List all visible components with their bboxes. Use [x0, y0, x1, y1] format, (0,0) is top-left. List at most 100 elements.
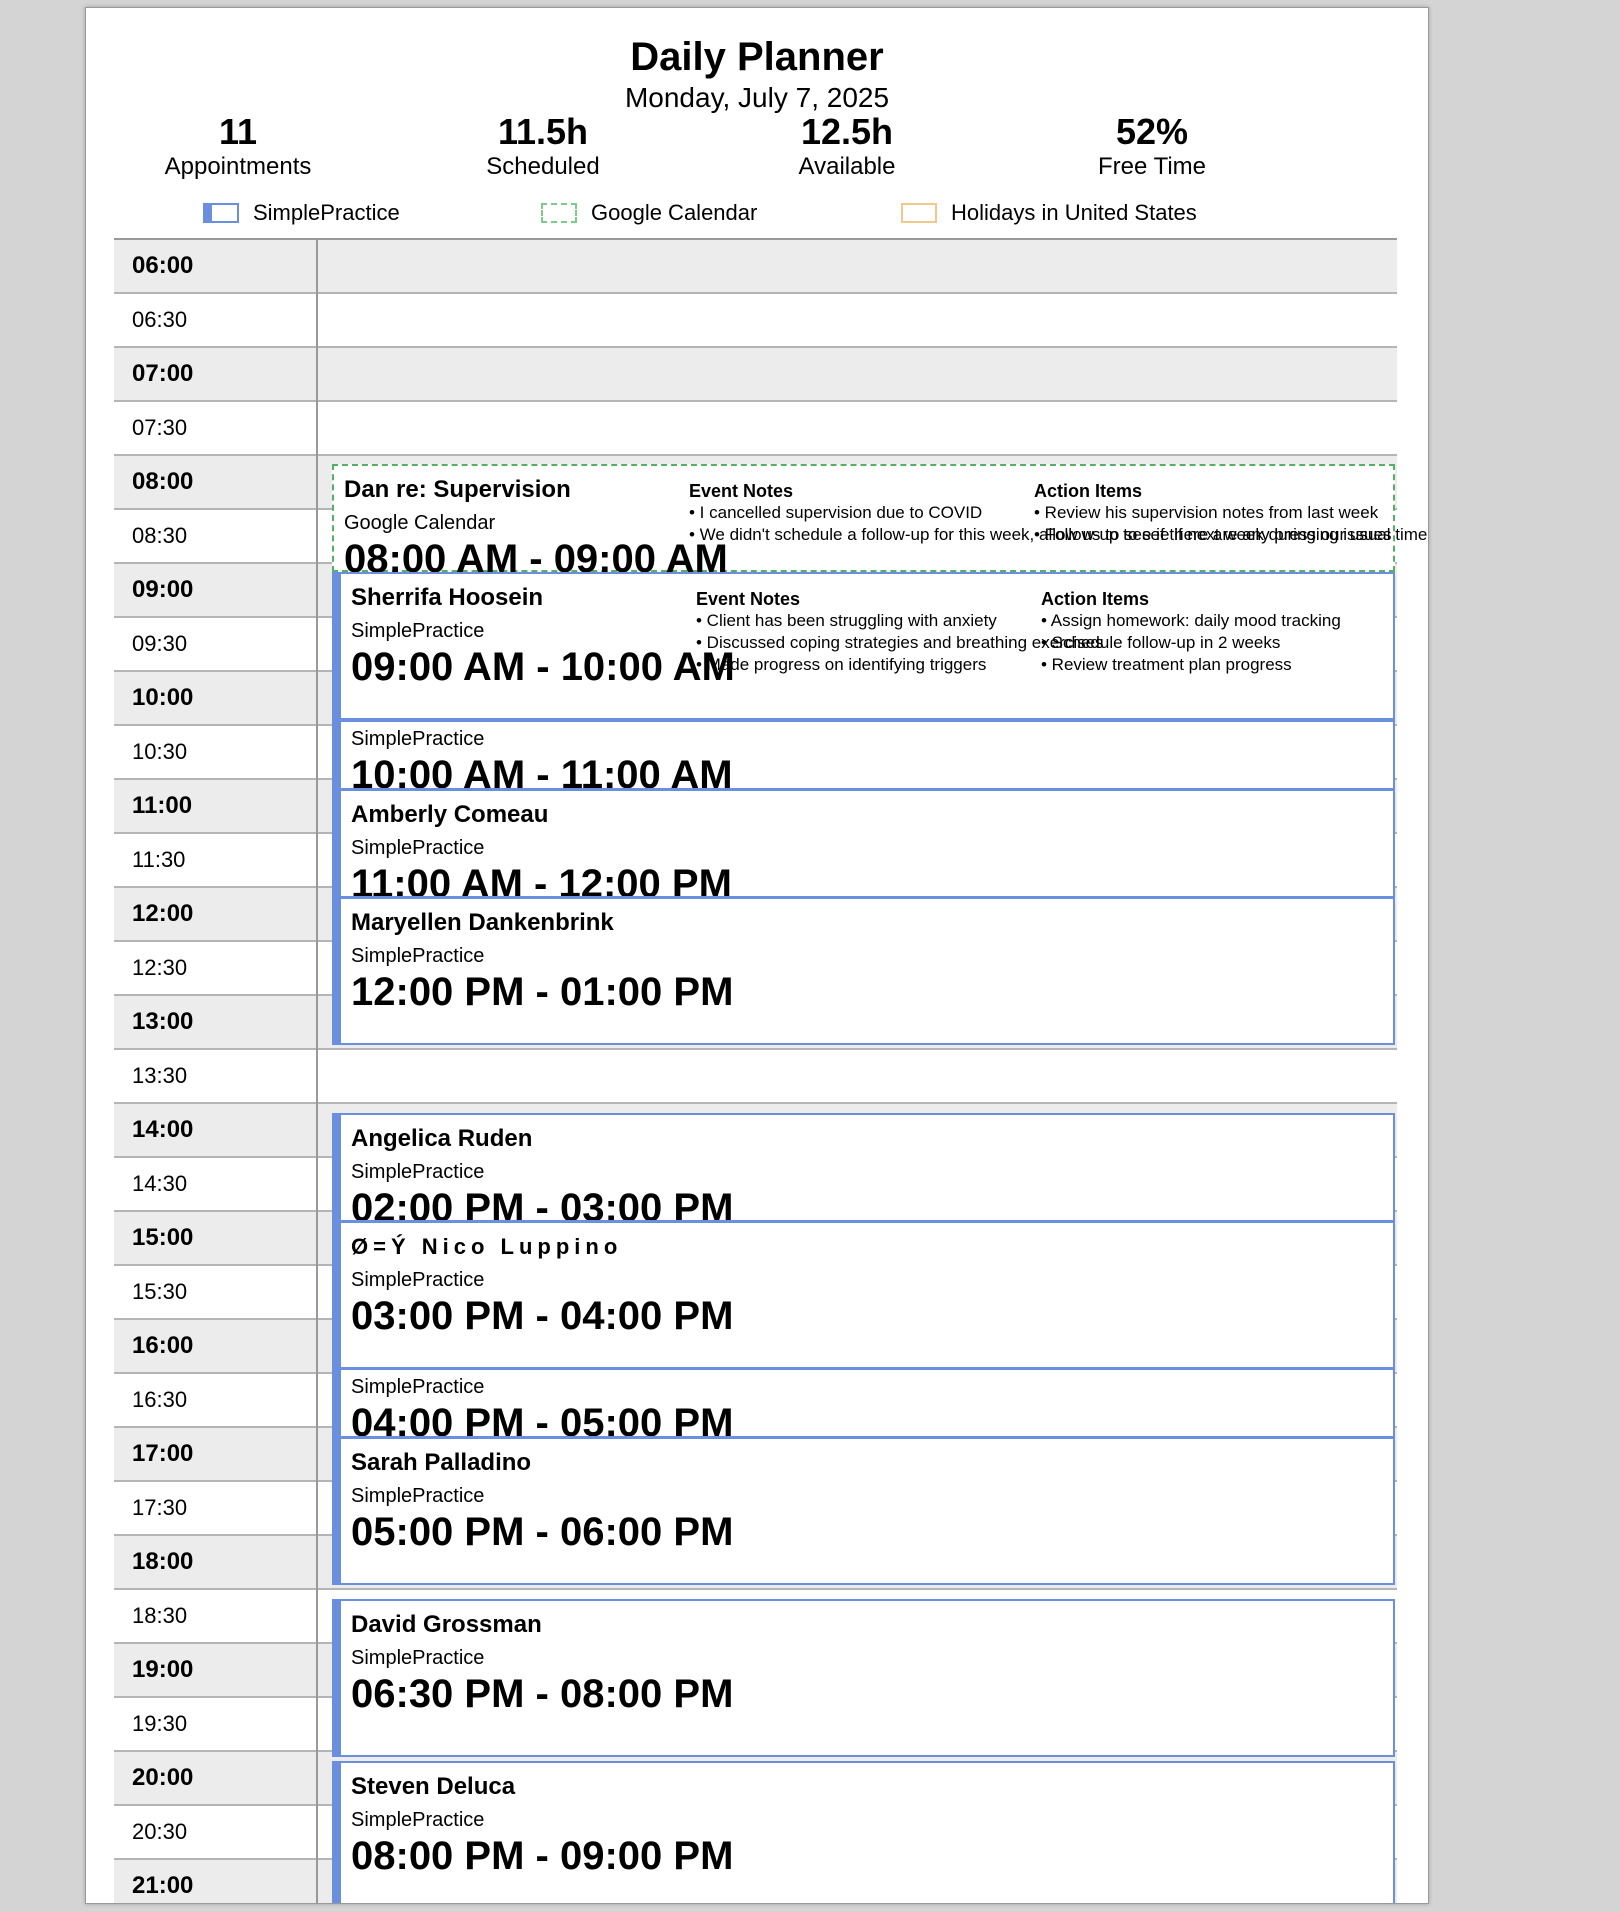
event-source: SimplePractice	[351, 945, 485, 967]
time-slot-label: 17:00	[132, 1440, 194, 1467]
time-slot-label: 08:30	[132, 523, 188, 548]
time-slot-label: 14:00	[132, 1116, 194, 1143]
event-card-amberly-comeau[interactable]: Amberly Comeau SimplePractice 11:00 AM -…	[332, 789, 1395, 898]
event-card-nico-luppino[interactable]: Ø=Ý Nico Luppino SimplePractice 03:00 PM…	[332, 1221, 1395, 1369]
time-slot-label: 07:30	[132, 415, 188, 440]
time-slot-label: 18:00	[132, 1548, 194, 1575]
time-slot-label: 14:30	[132, 1171, 188, 1196]
event-time: 10:00 AM - 11:00 AM	[351, 753, 733, 790]
event-source: SimplePractice	[351, 1809, 485, 1831]
stat-label: Free Time	[1097, 153, 1207, 180]
action-items-heading: Action Items	[1034, 481, 1143, 501]
time-column-divider	[316, 238, 318, 1903]
event-source: SimplePractice	[351, 1161, 485, 1183]
event-time: 04:00 PM - 05:00 PM	[351, 1401, 734, 1438]
event-title: Dan re: Supervision	[344, 476, 571, 503]
time-slot-label: 08:00	[132, 468, 194, 495]
time-slot-row[interactable]: 07:30	[114, 402, 1397, 456]
time-slot-label: 10:00	[132, 684, 194, 711]
legend-label: Google Calendar	[591, 200, 758, 225]
event-title: Sarah Palladino	[351, 1449, 532, 1476]
event-card-dan-supervision[interactable]: Dan re: Supervision Google Calendar 08:0…	[332, 464, 1427, 581]
stat-label: Scheduled	[486, 153, 600, 180]
time-slot-label: 11:30	[132, 847, 186, 872]
time-slot-label: 21:00	[132, 1872, 194, 1899]
stat-value: 12.5h	[800, 111, 894, 152]
event-source: SimplePractice	[351, 1376, 485, 1398]
event-note: • We didn't schedule a follow-up for thi…	[689, 525, 1392, 544]
time-slot-label: 10:30	[132, 739, 188, 764]
event-notes: Event Notes • I cancelled supervision du…	[689, 480, 1392, 546]
event-title: Angelica Ruden	[351, 1125, 533, 1152]
time-slot-label: 12:00	[132, 900, 194, 927]
event-note: • Client has been struggling with anxiet…	[696, 611, 997, 630]
event-title: Amberly Comeau	[351, 801, 549, 828]
event-title: Sherrifa Hoosein	[351, 584, 544, 611]
stat-available: 12.5h Available	[707, 112, 987, 182]
planner-page: Daily Planner Monday, July 7, 2025 11 Ap…	[85, 7, 1429, 1904]
event-card-maryellen-dankenbrink[interactable]: Maryellen Dankenbrink SimplePractice 12:…	[332, 897, 1395, 1045]
stat-free-time: 52% Free Time	[1012, 112, 1292, 182]
event-source: SimplePractice	[351, 1485, 485, 1507]
event-source: SimplePractice	[351, 728, 485, 750]
time-slot-row[interactable]: 07:00	[114, 348, 1397, 402]
time-slot-label: 20:30	[132, 1819, 188, 1844]
time-slot-label: 12:30	[132, 955, 188, 980]
action-items-heading: Action Items	[1041, 589, 1150, 609]
event-card-david-grossman[interactable]: David Grossman SimplePractice 06:30 PM -…	[332, 1599, 1395, 1757]
time-slot-label: 09:00	[132, 576, 194, 603]
stat-label: Appointments	[164, 153, 312, 180]
event-time: 06:30 PM - 08:00 PM	[351, 1672, 734, 1716]
action-item: • Assign homework: daily mood tracking	[1041, 611, 1341, 630]
event-card-steven-deluca[interactable]: Steven Deluca SimplePractice 08:00 PM - …	[332, 1761, 1395, 1903]
event-card-sarah-palladino[interactable]: Sarah Palladino SimplePractice 05:00 PM …	[332, 1437, 1395, 1585]
event-card-10am[interactable]: SimplePractice 10:00 AM - 11:00 AM	[332, 720, 1395, 790]
stat-appointments: 11 Appointments	[98, 112, 378, 182]
time-slot-label: 15:30	[132, 1279, 188, 1304]
event-notes-heading: Event Notes	[689, 481, 794, 501]
action-items: Action Items • Assign homework: daily mo…	[1041, 588, 1393, 676]
legend-swatch	[541, 203, 577, 223]
stat-value: 52%	[1115, 111, 1189, 152]
event-time: 09:00 AM - 10:00 AM	[351, 645, 735, 689]
event-source: SimplePractice	[351, 1269, 485, 1291]
time-slot-label: 16:30	[132, 1387, 188, 1412]
time-slot-row[interactable]: 06:30	[114, 294, 1397, 348]
event-card-4pm[interactable]: SimplePractice 04:00 PM - 05:00 PM	[332, 1368, 1395, 1438]
schedule-grid: 06:00 06:30 07:00 07:30 08:00 08:30 09:00 09:30…	[114, 238, 1427, 1903]
time-slot-label: 13:30	[132, 1063, 188, 1088]
action-item: • Follow-up to see if next week during o…	[1034, 525, 1428, 544]
time-slot-row[interactable]: 06:00	[114, 240, 1397, 294]
time-slot-row[interactable]: 13:30	[114, 1050, 1397, 1104]
event-time: 02:00 PM - 03:00 PM	[351, 1186, 734, 1222]
legend-holidays: Holidays in United States	[901, 198, 1197, 228]
legend-simplepractice: SimplePractice	[203, 198, 400, 228]
event-time: 08:00 PM - 09:00 PM	[351, 1834, 734, 1878]
event-time: 12:00 PM - 01:00 PM	[351, 970, 734, 1014]
event-note: • I cancelled supervision due to COVID	[689, 503, 983, 522]
event-title: Steven Deluca	[351, 1773, 516, 1800]
time-slot-label: 13:00	[132, 1008, 194, 1035]
time-slot-label: 18:30	[132, 1603, 188, 1628]
time-slot-label: 20:00	[132, 1764, 194, 1791]
time-slot-label: 06:30	[132, 307, 188, 332]
time-slot-label: 07:00	[132, 360, 194, 387]
time-slot-label: 17:30	[132, 1495, 188, 1520]
event-card-sherrifa-hoosein[interactable]: Sherrifa Hoosein SimplePractice 09:00 AM…	[332, 572, 1395, 720]
time-slot-label: 15:00	[132, 1224, 194, 1251]
action-items: Action Items • Review his supervision no…	[1034, 480, 1428, 546]
time-slot-label: 19:30	[132, 1711, 188, 1736]
event-notes: Event Notes • Client has been struggling…	[696, 588, 1104, 676]
event-title: Maryellen Dankenbrink	[351, 909, 614, 936]
event-note: • Discussed coping strategies and breath…	[696, 633, 1104, 652]
event-source: SimplePractice	[351, 837, 485, 859]
event-time: 05:00 PM - 06:00 PM	[351, 1510, 734, 1554]
action-item: • Review treatment plan progress	[1041, 655, 1292, 674]
event-source: SimplePractice	[351, 1647, 485, 1669]
event-notes-heading: Event Notes	[696, 589, 801, 609]
event-title: David Grossman	[351, 1611, 542, 1638]
action-item: • Schedule follow-up in 2 weeks	[1041, 633, 1281, 652]
event-title: Ø=Ý Nico Luppino	[351, 1234, 623, 1259]
event-source: SimplePractice	[351, 620, 485, 642]
event-card-angelica-ruden[interactable]: Angelica Ruden SimplePractice 02:00 PM -…	[332, 1113, 1395, 1222]
